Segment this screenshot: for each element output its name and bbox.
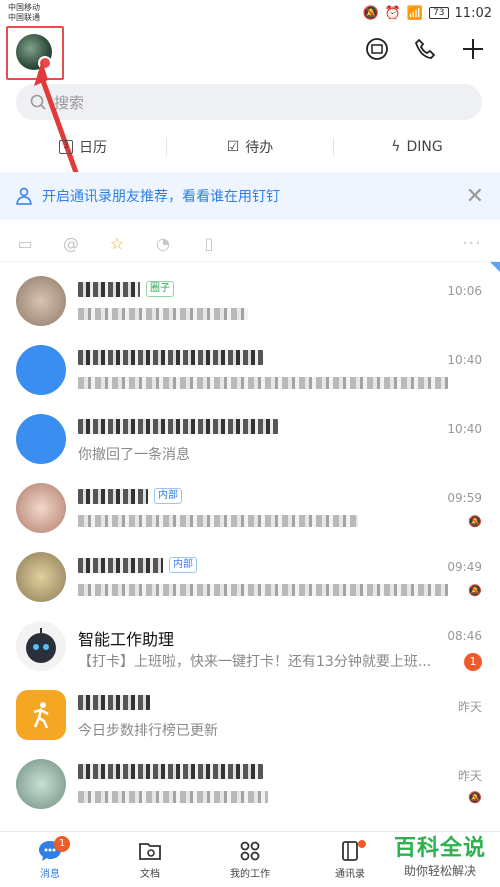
avatar	[16, 690, 66, 740]
quick-actions: 3 日历 ☑ 待办 ϟ DING	[0, 130, 500, 164]
archive-icon[interactable]: ▯	[198, 233, 220, 255]
tag-badge: 内部	[169, 557, 197, 573]
conversation-name: 内部	[78, 557, 197, 573]
tab-label: 我的工作	[230, 868, 270, 880]
at-icon[interactable]: @	[60, 233, 82, 255]
desktop-icon[interactable]: ▭	[14, 233, 36, 255]
conversation-name: 圈子	[78, 281, 174, 297]
calendar-button[interactable]: 3 日历	[0, 137, 166, 157]
list-item[interactable]: 内部 09:59 🔕	[0, 469, 500, 538]
more-icon[interactable]: ···	[462, 233, 482, 254]
conversation-preview	[78, 375, 448, 391]
list-item[interactable]: 今日步数排行榜已更新 昨天	[0, 676, 500, 745]
conversation-time: 10:06	[447, 284, 482, 298]
star-icon[interactable]: ☆	[106, 233, 128, 255]
avatar	[16, 483, 66, 533]
ding-label: DING	[406, 139, 443, 155]
call-icon[interactable]	[412, 36, 438, 62]
conversation-time: 昨天	[457, 769, 482, 783]
conversation-time: 09:49	[447, 560, 482, 574]
clock: 11:02	[454, 5, 492, 21]
notification-dot	[358, 840, 366, 848]
robot-avatar	[16, 621, 66, 671]
conversation-name: 内部	[78, 488, 182, 504]
tag-badge: 圈子	[146, 281, 174, 297]
list-item[interactable]: 智能工作助理 【打卡】上班啦，快来一键打卡！还有13分钟就要上班... 08:4…	[0, 607, 500, 676]
tab-label: 通讯录	[335, 868, 365, 880]
contacts-recommend-banner[interactable]: 开启通讯录朋友推荐，看看谁在用钉钉 ✕	[0, 172, 500, 220]
watermark-title: 百科全说	[393, 836, 486, 861]
mute-icon: 🔕	[468, 584, 482, 597]
conversation-preview	[78, 789, 448, 805]
tab-work[interactable]: 我的工作	[200, 832, 300, 887]
status-bar: 中国移动 中国联通 🔕 ⏰ 📶 73 11:02	[0, 0, 500, 26]
conversation-list: 圈子 10:06 10:40 你撤回了一条消息 10:40 内部 09:59 🔕…	[0, 262, 500, 814]
mute-icon: 🔕	[362, 5, 379, 21]
list-item[interactable]: 圈子 10:06	[0, 262, 500, 331]
alarm-icon: ⏰	[384, 5, 401, 21]
tab-docs[interactable]: 文档	[100, 832, 200, 887]
filter-tabs: ▭ @ ☆ ◔ ▯ ···	[0, 226, 500, 262]
calendar-icon: 3	[59, 140, 73, 154]
calendar-label: 日历	[79, 140, 107, 156]
folder-icon	[139, 842, 161, 860]
close-icon[interactable]: ✕	[466, 184, 484, 209]
carrier-1: 中国移动	[8, 3, 40, 12]
conversation-preview	[78, 513, 448, 529]
wifi-icon: 📶	[406, 5, 424, 21]
watermark: 百科全说 助你轻松解决	[394, 830, 486, 879]
unread-badge: 1	[464, 653, 482, 671]
conversation-name	[78, 695, 150, 710]
scan-icon[interactable]	[364, 36, 390, 62]
tab-messages[interactable]: 消息 1	[0, 832, 100, 887]
tab-contacts[interactable]: 通讯录	[300, 832, 400, 887]
checkbox-icon: ☑	[226, 139, 240, 155]
conversation-time: 08:46	[447, 629, 482, 643]
conversation-time: 09:59	[447, 491, 482, 505]
avatar	[16, 345, 66, 395]
grid-icon	[240, 841, 260, 860]
conversation-name: 智能工作助理	[78, 630, 175, 649]
banner-text: 开启通讯录朋友推荐，看看谁在用钉钉	[42, 189, 280, 205]
avatar	[16, 552, 66, 602]
list-item[interactable]: 10:40	[0, 331, 500, 400]
conversation-name	[78, 419, 278, 434]
mute-icon: 🔕	[468, 515, 482, 528]
tab-label: 文档	[140, 868, 160, 880]
avatar	[16, 759, 66, 809]
add-icon[interactable]	[460, 36, 486, 62]
clock-icon[interactable]: ◔	[152, 233, 174, 255]
list-item[interactable]: 昨天 🔕	[0, 745, 500, 814]
person-icon	[16, 187, 32, 205]
conversation-preview: 你撤回了一条消息	[78, 447, 190, 463]
avatar	[16, 276, 66, 326]
todo-button[interactable]: ☑ 待办	[167, 137, 333, 157]
conversation-preview	[78, 582, 448, 598]
list-item[interactable]: 内部 09:49 🔕	[0, 538, 500, 607]
carrier-2: 中国联通	[8, 13, 40, 22]
lightning-icon: ϟ	[391, 139, 401, 155]
conversation-preview: 【打卡】上班啦，快来一键打卡！还有13分钟就要上班...	[78, 654, 432, 670]
conversation-name	[78, 764, 263, 779]
mute-icon: 🔕	[468, 791, 482, 804]
conversation-time: 10:40	[447, 422, 482, 436]
status-icons: 🔕 ⏰ 📶 73 11:02	[363, 6, 492, 21]
todo-label: 待办	[245, 140, 274, 156]
carriers: 中国移动 中国联通	[8, 3, 40, 23]
header-actions	[364, 36, 486, 62]
watermark-subtitle: 助你轻松解决	[403, 864, 476, 878]
conversation-name	[78, 350, 263, 365]
conversation-preview	[78, 306, 448, 322]
unread-badge: 1	[54, 836, 70, 852]
conversation-preview: 今日步数排行榜已更新	[78, 723, 218, 739]
battery-level: 73	[429, 7, 449, 19]
list-item[interactable]: 你撤回了一条消息 10:40	[0, 400, 500, 469]
tag-badge: 内部	[154, 488, 182, 504]
avatar	[16, 414, 66, 464]
tab-label: 消息	[40, 868, 60, 880]
ding-button[interactable]: ϟ DING	[334, 139, 500, 155]
conversation-time: 10:40	[447, 353, 482, 367]
conversation-time: 昨天	[457, 700, 482, 714]
annotation-arrow	[34, 60, 81, 179]
